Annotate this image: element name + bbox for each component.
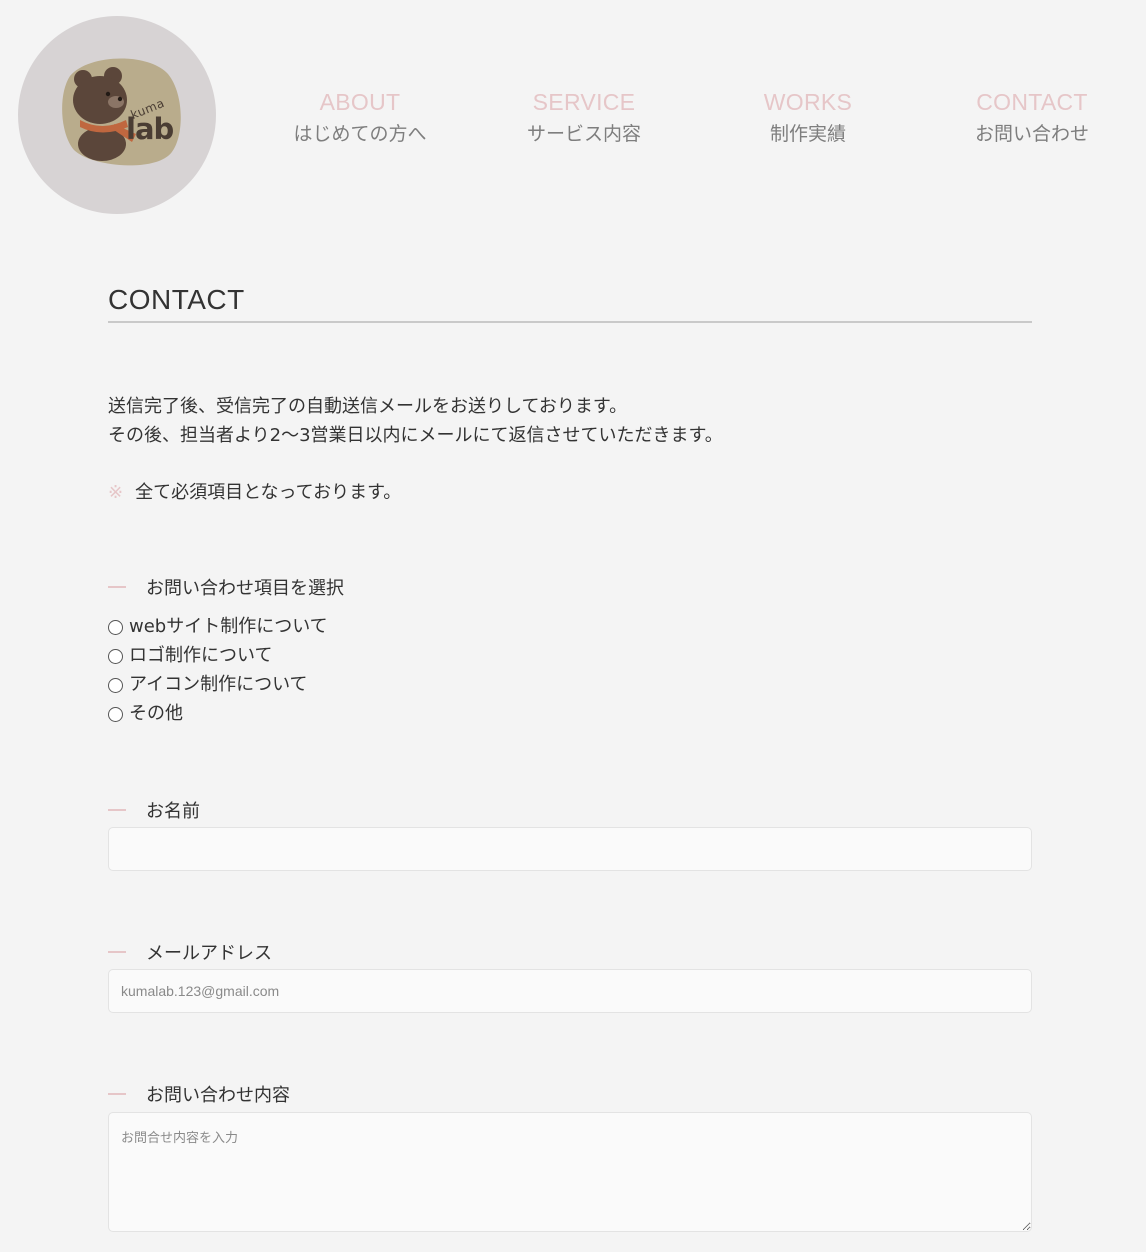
intro-line: その後、担当者より2〜3営業日以内にメールにて返信させていただきます。 [108,425,723,446]
nav-item-works[interactable]: WORKS 制作実績 [696,88,920,149]
nav-item-ja-label: はじめての方へ [293,123,427,145]
email-label: メールアドレス [108,940,272,968]
inquiry-type-label-text: お問い合わせ項目を選択 [146,578,344,599]
nav-item-en-label: ABOUT [319,89,401,115]
radio-option-logo[interactable]: ロゴ制作について [108,642,272,670]
dash-icon [108,809,126,811]
required-note: ※ 全て必須項目となっております。 [108,478,401,507]
radio-option-other[interactable]: その他 [108,700,183,728]
radio-option-web[interactable]: webサイト制作について [108,613,328,641]
name-label: お名前 [108,798,200,826]
nav-item-service[interactable]: SERVICE サービス内容 [472,88,696,149]
logo-large-text: lab [126,112,174,146]
radio-option-label: ロゴ制作について [129,645,273,666]
dash-icon [108,951,126,953]
message-field[interactable] [108,1112,1032,1232]
nav-item-en-label: SERVICE [532,89,636,115]
email-label-text: メールアドレス [146,943,272,964]
intro-text: 送信完了後、受信完了の自動送信メールをお送りしております。 その後、担当者より2… [108,392,723,450]
intro-line: 送信完了後、受信完了の自動送信メールをお送りしております。 [108,396,628,417]
nav-item-en-label: CONTACT [976,89,1088,115]
radio-button[interactable] [108,706,123,722]
page-title: CONTACT [108,284,245,315]
radio-option-icon[interactable]: アイコン制作について [108,671,308,699]
radio-option-label: アイコン制作について [129,674,308,695]
nav-item-ja-label: お問い合わせ [974,123,1089,145]
dash-icon [108,586,126,588]
bear-logo-illustration [62,58,181,166]
nav-item-about[interactable]: ABOUT はじめての方へ [248,88,472,149]
radio-button[interactable] [108,619,123,635]
site-logo[interactable]: kuma lab [18,16,216,214]
nav-item-ja-label: サービス内容 [526,123,641,145]
nav-item-contact[interactable]: CONTACT お問い合わせ [920,88,1144,149]
name-field[interactable] [108,827,1032,871]
email-field[interactable] [108,969,1032,1013]
note-text: 全て必須項目となっております。 [135,482,402,503]
message-label-text: お問い合わせ内容 [146,1085,290,1106]
radio-option-label: webサイト制作について [129,616,328,637]
main-navigation: ABOUT はじめての方へ SERVICE サービス内容 WORKS 制作実績 … [248,88,1146,158]
radio-option-label: その他 [129,703,183,724]
radio-button[interactable] [108,677,123,693]
nav-item-en-label: WORKS [763,89,853,115]
radio-button[interactable] [108,648,123,664]
inquiry-type-label: お問い合わせ項目を選択 [108,575,344,603]
nav-item-ja-label: 制作実績 [769,123,846,145]
title-divider [108,321,1032,323]
note-mark: ※ [108,482,124,503]
name-label-text: お名前 [146,801,200,822]
message-label: お問い合わせ内容 [108,1082,290,1110]
dash-icon [108,1093,126,1095]
